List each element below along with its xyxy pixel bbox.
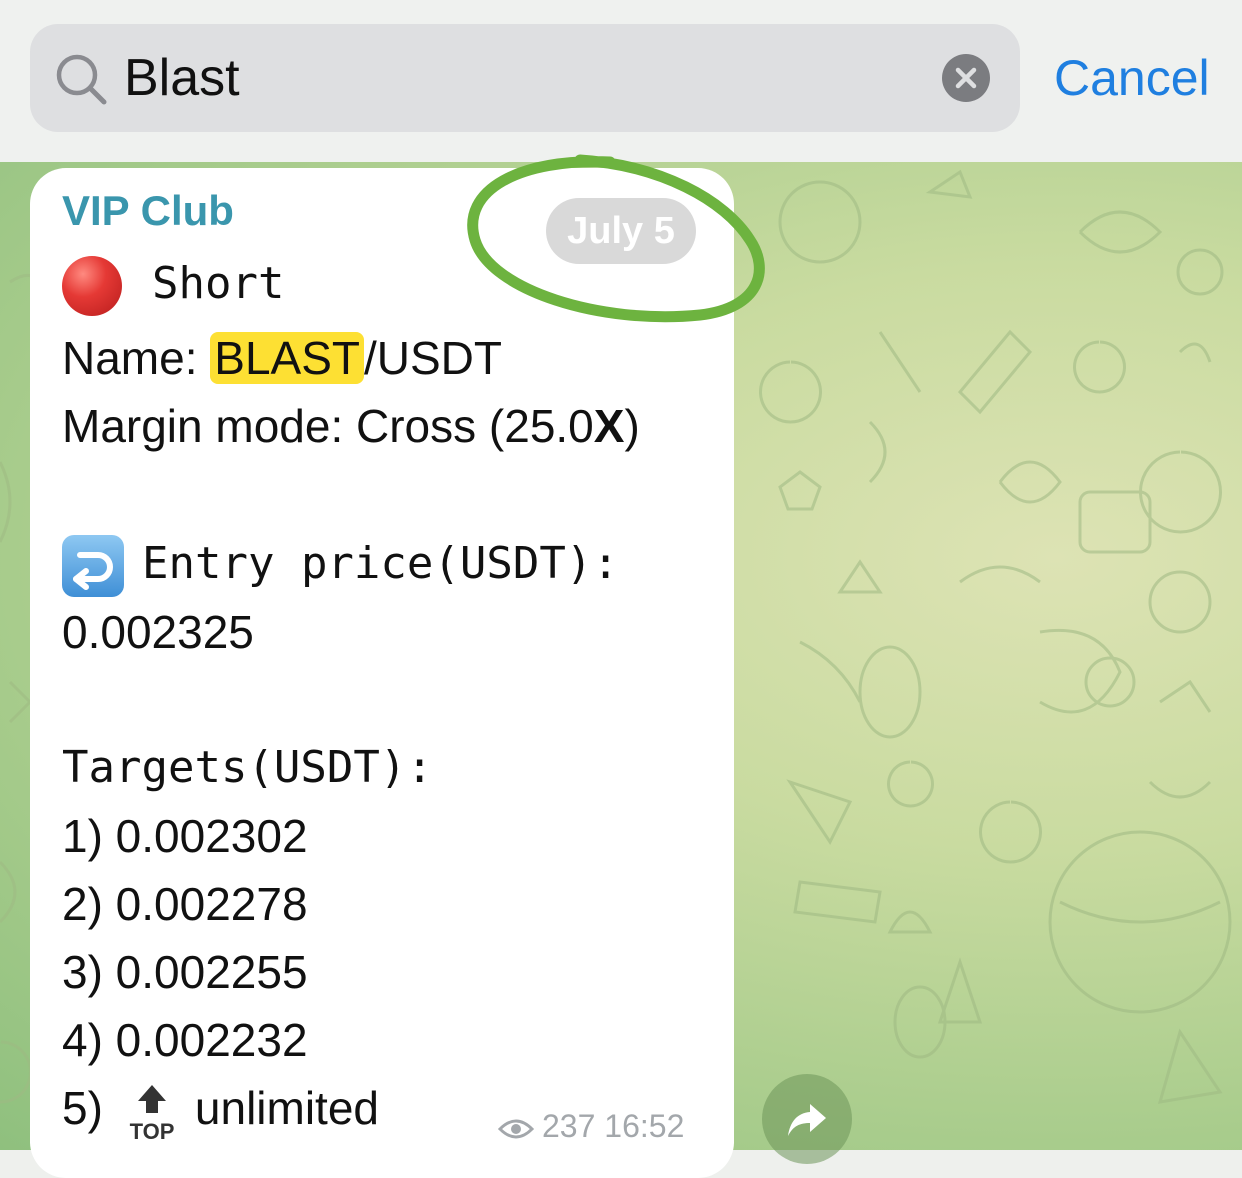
margin-x: X [593, 400, 625, 452]
pair-rest: /USDT [364, 332, 502, 384]
target-2: 2) 0.002278 [62, 878, 308, 930]
target-3: 3) 0.002255 [62, 946, 308, 998]
right-arrow-curving-left-icon [62, 535, 124, 597]
entry-value: 0.002325 [62, 606, 254, 658]
message-meta: 237 16:52 [497, 1106, 685, 1146]
target-5: 5) TOP unlimited [62, 1078, 379, 1141]
margin-prefix: Margin mode: Cross (25.0 [62, 400, 594, 452]
search-highlight: BLAST [210, 332, 364, 384]
clear-search-button[interactable] [942, 54, 990, 102]
name-label: Name: [62, 332, 211, 384]
target-4: 4) 0.002232 [62, 1014, 308, 1066]
search-header: Blast Cancel [0, 0, 1242, 162]
top-arrow-icon: TOP [127, 1083, 177, 1141]
target-5-value: unlimited [194, 1082, 379, 1134]
date-badge: July 5 [546, 198, 696, 264]
direction-line: Short [62, 254, 284, 316]
message-time: 16:52 [604, 1108, 685, 1144]
clear-icon [955, 67, 977, 89]
margin-line: Margin mode: Cross (25.0X) [62, 396, 640, 456]
entry-label: Entry price(USDT): [142, 538, 619, 589]
margin-suffix: ) [624, 400, 640, 452]
view-count: 237 [542, 1108, 596, 1144]
target-5-prefix: 5) [62, 1082, 103, 1134]
direction-text: Short [152, 258, 285, 309]
red-circle-icon [62, 256, 122, 316]
targets-label: Targets(USDT): [62, 742, 433, 793]
search-icon [56, 54, 107, 105]
share-button[interactable] [762, 1074, 852, 1164]
target-1: 1) 0.002302 [62, 810, 308, 862]
name-line: Name: BLAST/USDT [62, 328, 502, 388]
search-query: Blast [124, 49, 240, 107]
share-arrow-icon [788, 1104, 826, 1136]
channel-name[interactable]: VIP Club [62, 186, 234, 236]
cancel-button[interactable]: Cancel [1054, 48, 1210, 108]
eye-icon [497, 1119, 535, 1139]
entry-line: Entry price(USDT): [62, 534, 619, 597]
svg-text:TOP: TOP [129, 1119, 174, 1141]
search-input[interactable]: Blast [30, 24, 1020, 132]
